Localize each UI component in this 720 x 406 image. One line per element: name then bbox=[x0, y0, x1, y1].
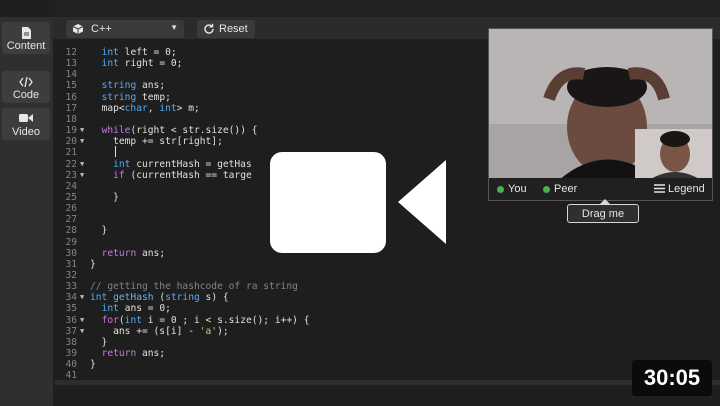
code-text: } bbox=[90, 258, 96, 270]
text-cursor bbox=[115, 146, 116, 157]
line-number: 25 bbox=[65, 191, 77, 203]
code-line[interactable]: 32 bbox=[55, 270, 695, 281]
line-number: 16 bbox=[65, 91, 77, 103]
language-select[interactable]: C++ ▼ bbox=[66, 20, 184, 38]
sidebar-item-video[interactable]: Video bbox=[2, 108, 50, 140]
code-line[interactable]: 31} bbox=[55, 259, 695, 270]
line-number: 19 bbox=[65, 125, 77, 137]
code-line[interactable]: 39 return ans; bbox=[55, 348, 695, 359]
line-number: 31 bbox=[65, 258, 77, 270]
code-text: return ans; bbox=[101, 247, 166, 259]
code-text: string ans; bbox=[101, 80, 166, 92]
language-value: C++ bbox=[91, 23, 112, 35]
peer-status-dot bbox=[543, 186, 550, 193]
line-number: 20 bbox=[65, 136, 77, 148]
fold-toggle-icon[interactable]: ▼ bbox=[80, 292, 88, 303]
code-line[interactable]: 40} bbox=[55, 359, 695, 370]
reset-label: Reset bbox=[219, 23, 248, 35]
remote-video-feed bbox=[489, 29, 712, 180]
you-status-dot bbox=[497, 186, 504, 193]
fold-toggle-icon[interactable]: ▼ bbox=[80, 315, 88, 326]
video-camera-icon bbox=[270, 152, 450, 258]
code-text: // getting the hashcode of ra string bbox=[90, 281, 298, 293]
line-number: 13 bbox=[65, 58, 77, 70]
code-text: int left = 0; bbox=[101, 47, 177, 58]
code-text: } bbox=[90, 336, 108, 348]
code-text: while(right < str.size()) { bbox=[101, 125, 258, 137]
sidebar: Content Code Video bbox=[0, 17, 53, 406]
line-number: 24 bbox=[65, 180, 77, 192]
fold-toggle-icon[interactable]: ▼ bbox=[80, 136, 88, 147]
top-track bbox=[55, 0, 720, 17]
code-text: ans += (s[i] - 'a'); bbox=[90, 325, 229, 337]
code-line[interactable]: 37 ▼ ans += (s[i] - 'a'); bbox=[55, 326, 695, 337]
drag-tooltip: Drag me bbox=[567, 204, 639, 223]
document-icon bbox=[2, 27, 50, 39]
peer-label: Peer bbox=[554, 183, 578, 195]
line-number: 27 bbox=[65, 214, 77, 226]
code-line[interactable]: 38 } bbox=[55, 337, 695, 348]
line-number: 32 bbox=[65, 270, 77, 281]
code-text: } bbox=[90, 359, 96, 371]
fold-toggle-icon[interactable]: ▼ bbox=[80, 326, 88, 337]
code-line[interactable]: 34 ▼ int getHash (string s) { bbox=[55, 292, 695, 303]
reset-button[interactable]: Reset bbox=[197, 20, 255, 38]
code-text: map<char, int> m; bbox=[90, 102, 200, 114]
line-number: 34 bbox=[65, 292, 77, 304]
fold-toggle-icon[interactable]: ▼ bbox=[80, 170, 88, 181]
code-text: } bbox=[90, 191, 119, 203]
line-number: 21 bbox=[65, 147, 77, 159]
code-text: return ans; bbox=[101, 348, 166, 360]
video-camera-icon bbox=[2, 113, 50, 125]
code-line[interactable]: 35 int ans = 0; bbox=[55, 303, 695, 314]
code-text: int getHash (string s) { bbox=[90, 292, 229, 304]
refresh-icon bbox=[203, 23, 215, 38]
line-number: 29 bbox=[65, 236, 77, 248]
line-number: 26 bbox=[65, 203, 77, 215]
code-text: int ans = 0; bbox=[101, 303, 171, 315]
line-number: 22 bbox=[65, 158, 77, 170]
line-number: 17 bbox=[65, 102, 77, 114]
sidebar-item-label: Video bbox=[12, 126, 40, 138]
cube-icon bbox=[72, 23, 84, 38]
sidebar-item-content[interactable]: Content bbox=[2, 22, 50, 54]
code-line[interactable]: 33 // getting the hashcode of ra string bbox=[55, 281, 695, 292]
horizontal-scrollbar[interactable] bbox=[55, 380, 720, 385]
code-line[interactable]: 36 ▼ for(int i = 0 ; i < s.size(); i++) { bbox=[55, 315, 695, 326]
line-number: 30 bbox=[65, 247, 77, 259]
line-number: 18 bbox=[65, 113, 77, 125]
line-number: 35 bbox=[65, 303, 77, 315]
sidebar-item-label: Code bbox=[12, 89, 40, 101]
code-icon bbox=[2, 76, 50, 88]
line-number: 39 bbox=[65, 348, 77, 360]
line-number: 40 bbox=[65, 359, 77, 371]
sidebar-item-code[interactable]: Code bbox=[2, 71, 50, 103]
line-number: 15 bbox=[65, 80, 77, 92]
chevron-down-icon: ▼ bbox=[170, 23, 178, 32]
fold-toggle-icon[interactable]: ▼ bbox=[80, 159, 88, 170]
code-text: } bbox=[90, 225, 108, 237]
code-text: string temp; bbox=[101, 91, 171, 103]
code-text: for(int i = 0 ; i < s.size(); i++) { bbox=[101, 314, 310, 326]
line-number: 37 bbox=[65, 325, 77, 337]
line-number: 28 bbox=[65, 225, 77, 237]
video-timestamp: 30:05 bbox=[632, 360, 712, 396]
you-label: You bbox=[508, 183, 527, 195]
legend-icon[interactable] bbox=[654, 184, 665, 196]
code-text: if (currentHash == targe bbox=[113, 169, 252, 181]
line-number: 14 bbox=[65, 69, 77, 81]
code-text: int currentHash = getHas bbox=[113, 158, 252, 170]
line-number: 38 bbox=[65, 336, 77, 348]
legend-button[interactable]: Legend bbox=[668, 183, 705, 195]
fold-toggle-icon[interactable]: ▼ bbox=[80, 125, 88, 136]
code-text: temp += str[right]; bbox=[90, 136, 223, 148]
code-text: int right = 0; bbox=[101, 58, 183, 70]
line-number: 12 bbox=[65, 47, 77, 58]
line-number: 36 bbox=[65, 314, 77, 326]
line-number: 23 bbox=[65, 169, 77, 181]
line-number: 33 bbox=[65, 281, 77, 293]
sidebar-item-label: Content bbox=[6, 40, 46, 52]
video-legend-bar: You Peer Legend bbox=[489, 178, 712, 200]
video-call-panel[interactable]: You Peer Legend bbox=[488, 28, 713, 201]
